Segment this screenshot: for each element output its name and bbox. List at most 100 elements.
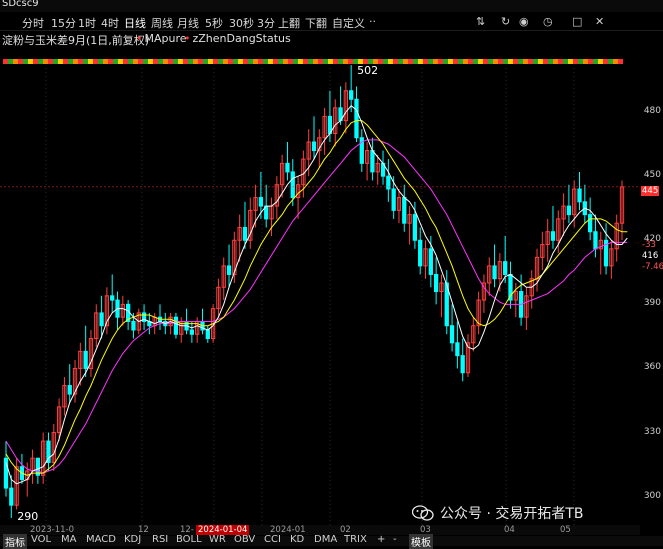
period-tab-6[interactable]: 月线 — [177, 15, 199, 31]
status-cell — [548, 59, 553, 64]
indicator-tab-14[interactable]: - — [393, 534, 397, 545]
status-cell — [13, 59, 18, 64]
status-cell — [243, 59, 248, 64]
close-icon[interactable]: ✕ — [595, 15, 604, 28]
status-cell — [88, 59, 93, 64]
indicator-tab-0[interactable]: 指标 — [3, 534, 27, 549]
status-cell — [463, 59, 468, 64]
price-axis: 480 450 420 390 360 330 300 — [638, 48, 663, 526]
period-tab-1[interactable]: 15分 — [51, 15, 76, 31]
period-tab-3[interactable]: 4时 — [101, 15, 119, 31]
status-cell — [568, 59, 573, 64]
indicator-dot-icon: • — [136, 32, 143, 45]
candle-body — [311, 141, 317, 152]
status-cell — [198, 59, 203, 64]
period-tab-13[interactable]: ·· — [369, 15, 376, 28]
candle-body — [428, 248, 433, 275]
candle-body — [566, 205, 572, 216]
status-cell — [33, 59, 38, 64]
sort-icon[interactable]: ⇅ — [476, 15, 485, 28]
status-cell — [573, 59, 578, 64]
indicator-tab-2[interactable]: MA — [61, 534, 76, 545]
indicator-tab-10[interactable]: KD — [290, 534, 304, 545]
square-icon[interactable]: □ — [572, 15, 582, 28]
indicator-tab-3[interactable]: MACD — [86, 534, 116, 545]
candle-body — [449, 325, 455, 344]
period-tab-2[interactable]: 1时 — [78, 15, 96, 31]
status-cell — [593, 59, 598, 64]
status-cell — [328, 59, 333, 64]
status-cell — [498, 59, 503, 64]
indicator-tab-12[interactable]: TRIX — [344, 534, 367, 545]
status-cell — [168, 59, 173, 64]
candle-body — [258, 197, 264, 207]
status-cell — [28, 59, 33, 64]
contract-title: 淀粉与玉米差9月(1日,前复权) — [2, 34, 150, 47]
period-tab-11[interactable]: 下翻 — [305, 15, 327, 31]
status-cell — [118, 59, 123, 64]
last-price-label: 445 — [641, 186, 660, 196]
status-cell — [258, 59, 263, 64]
candle-body — [433, 273, 439, 293]
status-cell — [323, 59, 328, 64]
status-cell — [543, 59, 548, 64]
status-cell — [218, 59, 223, 64]
refresh-icon[interactable]: ↻ — [501, 15, 510, 28]
legend-zhendang-label: zZhenDangStatus — [192, 32, 291, 45]
status-cell — [68, 59, 73, 64]
candle-body — [110, 295, 115, 301]
status-cell — [303, 59, 308, 64]
indicator-tab-7[interactable]: WR — [209, 534, 226, 545]
candle-body — [226, 265, 232, 275]
indicator-tab-13[interactable]: + — [377, 534, 385, 545]
period-tab-5[interactable]: 周线 — [151, 15, 173, 31]
period-tab-9[interactable]: 3分 — [257, 15, 275, 31]
indicator-tab-9[interactable]: CCI — [264, 534, 281, 545]
period-tab-0[interactable]: 分时 — [22, 15, 44, 31]
status-cell — [398, 59, 403, 64]
status-cell — [313, 59, 318, 64]
price-tick: 330 — [643, 426, 661, 437]
status-cell — [63, 59, 68, 64]
indicator-tab-11[interactable]: DMA — [314, 534, 337, 545]
status-cell — [193, 59, 198, 64]
status-cell — [273, 59, 278, 64]
status-cell — [378, 59, 383, 64]
indicator-tab-6[interactable]: BOLL — [176, 534, 202, 545]
period-tab-10[interactable]: 上翻 — [278, 15, 300, 31]
indicator-tab-8[interactable]: OBV — [234, 534, 255, 545]
indicator-tab-1[interactable]: VOL — [31, 534, 51, 545]
watermark: 公众号 · 交易开拓者TB — [412, 503, 584, 523]
status-cell — [473, 59, 478, 64]
candle-body — [9, 487, 14, 506]
candle-body — [131, 320, 136, 331]
period-tab-12[interactable]: 自定义 — [332, 15, 365, 31]
eye-icon[interactable]: ◉ — [519, 15, 529, 28]
status-cell — [418, 59, 423, 64]
price-tick: 390 — [643, 298, 661, 309]
status-cell — [578, 59, 583, 64]
indicator-tab-bar: 指标 VOL MA MACD KDJ RSI BOLL WR OBV CCI KD DMA TRIX + -… — [0, 534, 663, 549]
status-cell — [438, 59, 443, 64]
status-cell — [488, 59, 493, 64]
legend-mapure-label: MApure — [144, 32, 187, 45]
legend-zhendang[interactable]: • zZhenDangStatus — [184, 32, 291, 45]
period-tab-8[interactable]: 30秒 — [229, 15, 254, 31]
indicator-tab-4[interactable]: KDJ — [124, 534, 141, 545]
legend-mapure[interactable]: • MApure — [136, 32, 187, 45]
status-cell — [393, 59, 398, 64]
indicator-tab-5[interactable]: RSI — [152, 534, 168, 545]
period-toolbar: 分时 15分 1时 4时 日线 周线 月线 5秒 30秒 3分 上翻 下翻 自定义 ·· ⇅ ↻ ◉ ◷ □ ✕ — [0, 13, 663, 31]
candlestick-chart[interactable]: 502 290 — [0, 48, 638, 526]
status-cell — [248, 59, 253, 64]
indicator-dot-icon: • — [184, 32, 191, 45]
clock-icon[interactable]: ◷ — [543, 15, 553, 28]
watermark-text: 公众号 · 交易开拓者TB — [440, 506, 584, 522]
status-cell — [83, 59, 88, 64]
period-tab-4[interactable]: 日线 — [124, 15, 146, 31]
status-cell — [238, 59, 243, 64]
period-tab-7[interactable]: 5秒 — [205, 15, 223, 31]
status-cell — [563, 59, 568, 64]
indicator-tab-15[interactable]: 模板 — [409, 534, 433, 549]
candle-body — [550, 231, 556, 241]
